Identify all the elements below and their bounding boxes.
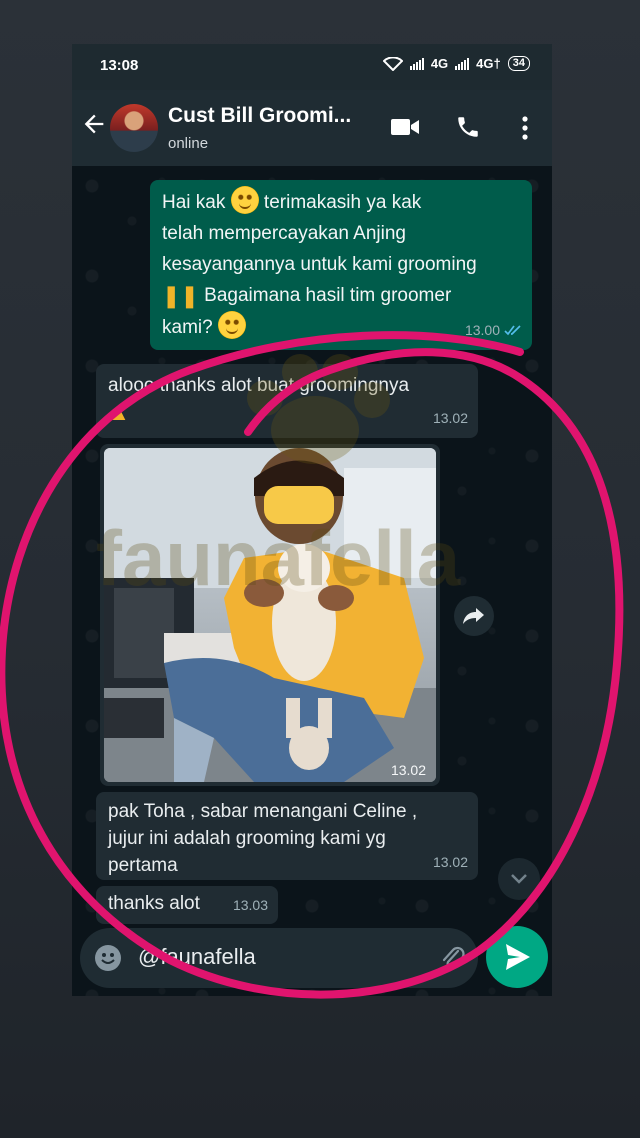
send-button[interactable] xyxy=(486,926,548,988)
contact-name[interactable]: Cust Bill Groomi... xyxy=(168,104,351,128)
phone-screen: 13:08 4G 4G† 34 Cust Bill Groomi... onli… xyxy=(72,44,552,996)
chat-header: Cust Bill Groomi... online xyxy=(72,90,552,166)
message-meta: 13.03 xyxy=(233,890,268,921)
message-meta: 13.00 xyxy=(465,315,522,346)
photo-dog-grooming xyxy=(104,448,436,782)
message-meta: 13.02 xyxy=(391,762,426,778)
message-time: 13.03 xyxy=(232,897,268,913)
message-line: jujur ini adalah grooming kami yg xyxy=(108,828,386,849)
message-time: 13.02 xyxy=(390,762,426,778)
chevron-down-icon xyxy=(511,874,527,884)
attach-icon[interactable] xyxy=(440,944,466,972)
send-icon xyxy=(506,944,530,970)
phone-call-icon[interactable] xyxy=(455,114,481,140)
message-outgoing[interactable]: Hai kak terimakasih ya kak telah memperc… xyxy=(150,180,532,350)
message-line: kesayangannya untuk kami grooming xyxy=(162,254,477,275)
message-line: Hai kak terimakasih ya kak xyxy=(162,186,520,218)
smile-emoji-icon xyxy=(230,186,259,214)
message-input-bar: @faunafella xyxy=(80,928,478,988)
battery-indicator: 34 xyxy=(507,56,530,71)
message-line: pertama xyxy=(108,855,178,876)
scroll-down-button[interactable] xyxy=(498,858,540,900)
emoji-icon[interactable] xyxy=(94,944,122,972)
pray-emoji-icon: ❚❚ xyxy=(162,283,199,308)
message-input[interactable]: @faunafella xyxy=(138,944,256,970)
message-time: 13.02 xyxy=(432,854,468,870)
contact-avatar[interactable] xyxy=(110,104,158,152)
contact-status: online xyxy=(168,135,209,152)
read-receipt-icon xyxy=(504,325,521,336)
network-label-2: 4G† xyxy=(476,56,501,71)
message-incoming[interactable]: pak Toha , sabar menangani Celine , juju… xyxy=(96,792,478,880)
message-meta: 13.02 xyxy=(433,849,468,876)
message-photo[interactable]: 13.02 xyxy=(104,448,436,782)
status-bar: 13:08 4G 4G† 34 xyxy=(72,44,552,90)
message-incoming[interactable]: thanks alot 13.03 xyxy=(96,886,278,924)
status-time: 13:08 xyxy=(100,57,139,74)
message-time: 13.02 xyxy=(432,410,468,426)
message-incoming[interactable]: alooo thanks alot buat groomingnya ▲ 13.… xyxy=(96,364,478,438)
message-line: ❚❚ Bagaimana hasil tim groomer xyxy=(162,280,520,311)
message-line: pak Toha , sabar menangani Celine , xyxy=(108,801,418,822)
message-meta: 13.02 xyxy=(433,403,468,434)
wifi-icon xyxy=(382,56,403,71)
status-icons: 4G 4G† 34 xyxy=(382,56,530,71)
thumbs-up-emoji-icon: ▲ xyxy=(108,400,130,425)
message-text: alooo thanks alot buat groomingnya xyxy=(108,375,410,396)
back-arrow-icon[interactable] xyxy=(80,110,108,138)
more-options-icon[interactable] xyxy=(518,114,532,142)
smile-emoji-icon xyxy=(217,311,246,339)
signal-icon xyxy=(409,57,424,70)
forward-icon xyxy=(463,608,484,624)
forward-button[interactable] xyxy=(454,596,494,636)
network-label-1: 4G xyxy=(430,56,449,71)
image-message[interactable]: 13.02 xyxy=(100,444,440,786)
signal-icon-2 xyxy=(455,57,470,70)
message-line: telah mempercayakan Anjing xyxy=(162,223,406,244)
message-time: 13.00 xyxy=(464,322,500,338)
video-call-icon[interactable] xyxy=(390,114,420,140)
